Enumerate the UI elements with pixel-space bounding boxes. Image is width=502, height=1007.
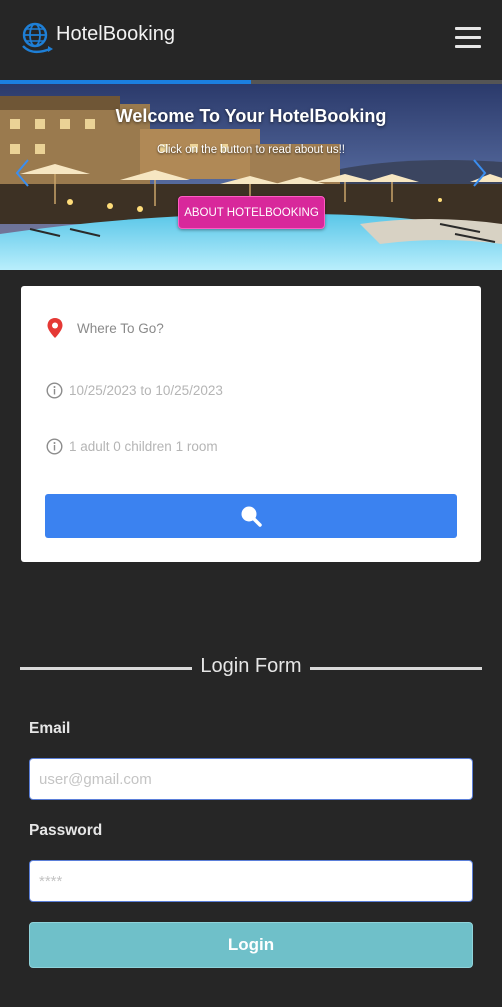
search-button[interactable] (45, 494, 457, 538)
info-circle-icon (46, 438, 63, 455)
guests-text: 1 adult 0 children 1 room (69, 439, 218, 454)
info-circle-icon (46, 382, 63, 399)
chevron-left-icon[interactable] (14, 158, 30, 188)
heading-divider-right (310, 667, 482, 670)
guests-field[interactable]: 1 adult 0 children 1 room (46, 438, 218, 455)
hero-title: Welcome To Your HotelBooking (115, 106, 387, 126)
email-label: Email (29, 720, 71, 737)
brand[interactable]: HotelBooking (20, 18, 175, 56)
destination-field[interactable]: Where To Go? (46, 317, 164, 339)
date-range-text: 10/25/2023 to 10/25/2023 (69, 383, 223, 398)
destination-placeholder: Where To Go? (77, 320, 164, 336)
brand-name: HotelBooking (56, 22, 175, 45)
password-field[interactable] (29, 860, 473, 902)
search-icon (241, 506, 262, 527)
navbar: HotelBooking (0, 0, 502, 80)
hero-carousel: Welcome To Your HotelBooking Click on th… (0, 84, 502, 270)
hamburger-menu-icon[interactable] (455, 27, 481, 49)
map-pin-icon (47, 318, 63, 338)
login-button[interactable]: Login (29, 922, 473, 968)
chevron-right-icon[interactable] (472, 158, 488, 188)
about-hotelbooking-button[interactable]: ABOUT HOTELBOOKING (178, 196, 325, 229)
password-label: Password (29, 822, 103, 839)
login-form-heading: Login Form (20, 655, 482, 679)
search-card: Where To Go? 10/25/2023 to 10/25/2023 1 … (21, 286, 481, 562)
date-range-field[interactable]: 10/25/2023 to 10/25/2023 (46, 382, 223, 399)
globe-logo-icon (22, 22, 53, 54)
email-field[interactable] (29, 758, 473, 800)
hero-subtitle: Click on the button to read about us!! (157, 144, 345, 156)
